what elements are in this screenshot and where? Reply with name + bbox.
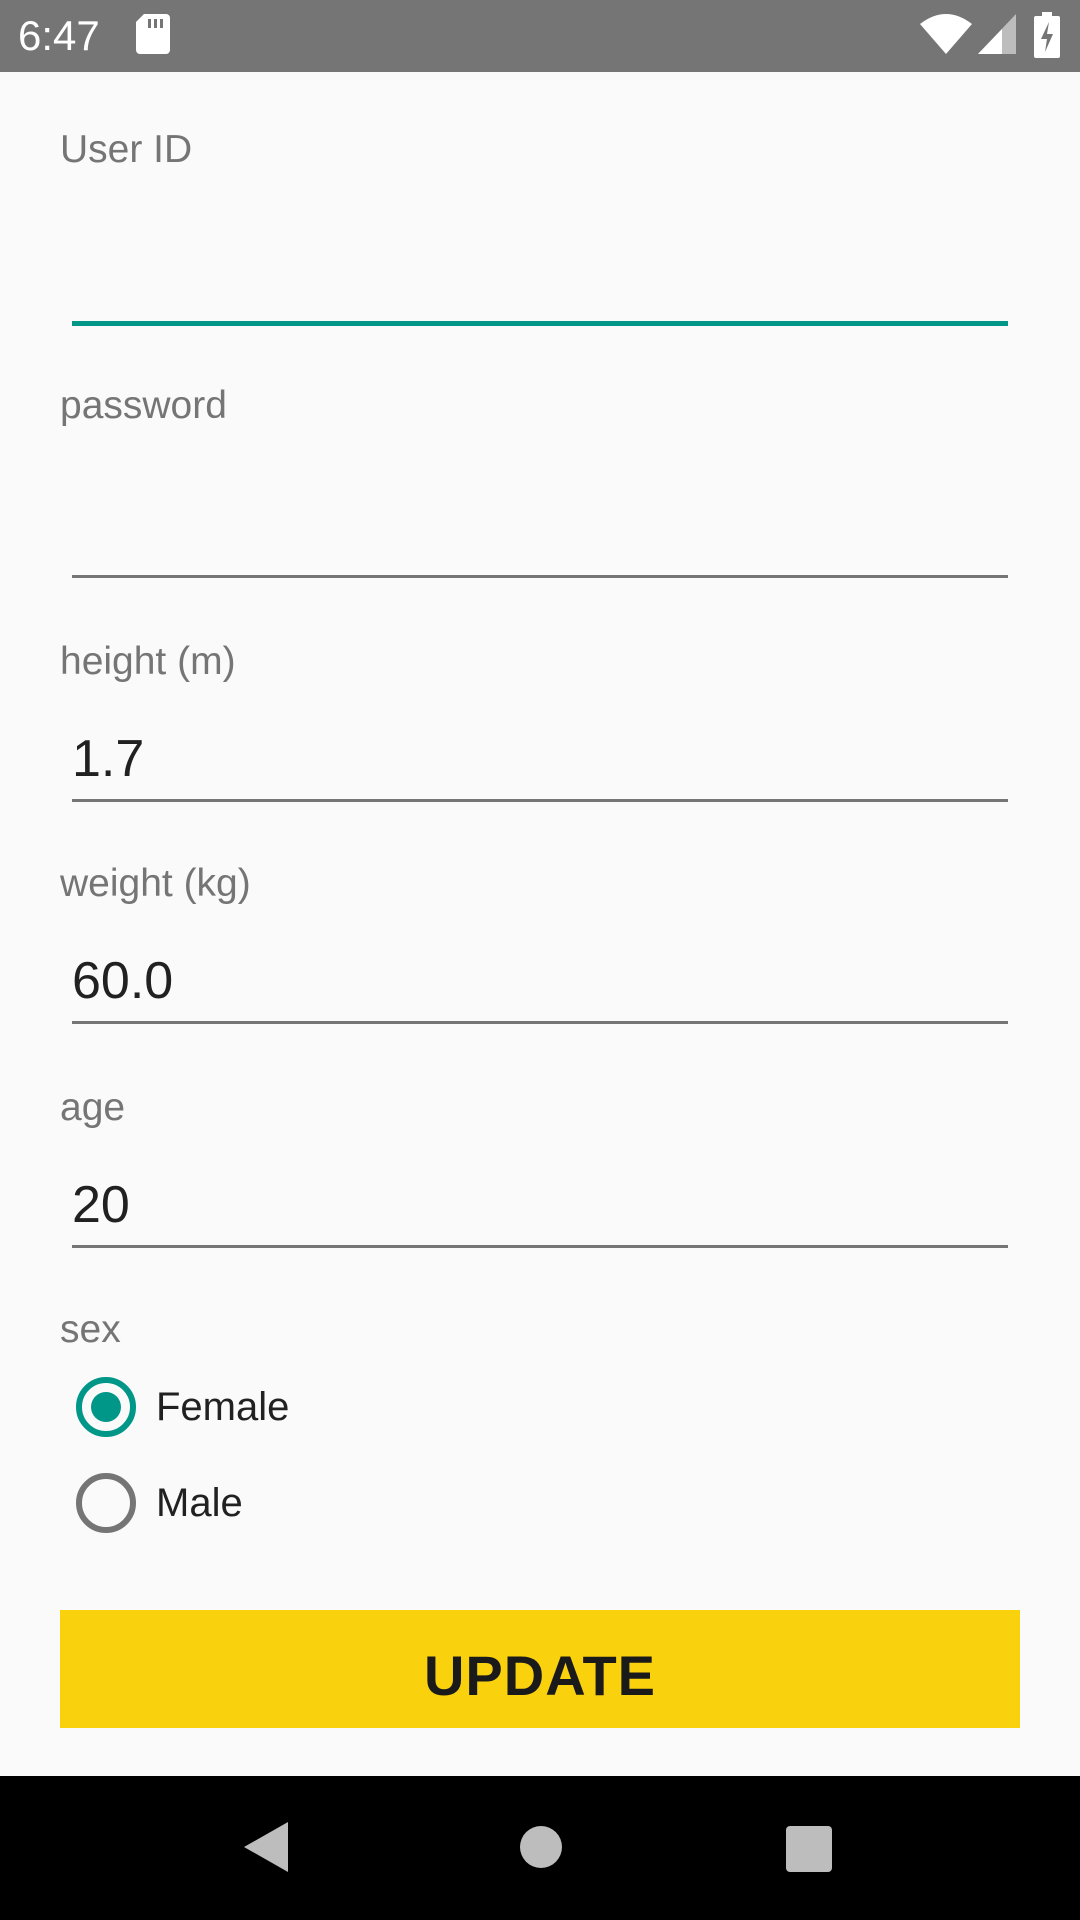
age-input[interactable] <box>72 1164 1008 1245</box>
home-icon[interactable] <box>520 1826 562 1868</box>
weight-label: weight (kg) <box>60 862 251 905</box>
user-id-input[interactable] <box>72 240 1008 321</box>
weight-field[interactable] <box>72 940 1008 1024</box>
radio-female-label: Female <box>156 1384 290 1429</box>
battery-charging-icon <box>1034 12 1060 63</box>
weight-input[interactable] <box>72 940 1008 1021</box>
age-label: age <box>60 1086 126 1129</box>
age-field[interactable] <box>72 1164 1008 1248</box>
user-id-label: User ID <box>60 128 193 171</box>
user-id-field[interactable] <box>72 240 1008 326</box>
password-input[interactable] <box>72 494 1008 575</box>
sd-card-icon <box>136 14 170 59</box>
back-icon[interactable] <box>244 1822 288 1877</box>
recent-apps-icon[interactable] <box>786 1826 832 1872</box>
radio-selected-dot <box>91 1392 121 1422</box>
height-input[interactable] <box>72 718 1008 799</box>
navigation-bar <box>0 1776 1080 1920</box>
profile-screen: 6:47 User ID password height (m) 1.7 wei… <box>0 0 1080 1920</box>
sex-label: sex <box>60 1308 121 1351</box>
radio-male[interactable]: Male <box>76 1468 243 1538</box>
height-field[interactable] <box>72 718 1008 802</box>
radio-male-label: Male <box>156 1480 243 1525</box>
radio-female[interactable]: Female <box>76 1372 289 1442</box>
password-label: password <box>60 384 227 427</box>
status-time: 6:47 <box>18 12 100 59</box>
password-field[interactable] <box>72 494 1008 578</box>
status-bar: 6:47 <box>0 0 1080 72</box>
height-label: height (m) <box>60 640 236 683</box>
signal-icon <box>978 14 1016 59</box>
update-button[interactable]: UPDATE <box>60 1610 1020 1728</box>
wifi-icon <box>920 14 972 59</box>
radio-male-button[interactable] <box>76 1473 136 1533</box>
radio-female-button[interactable] <box>76 1377 136 1437</box>
